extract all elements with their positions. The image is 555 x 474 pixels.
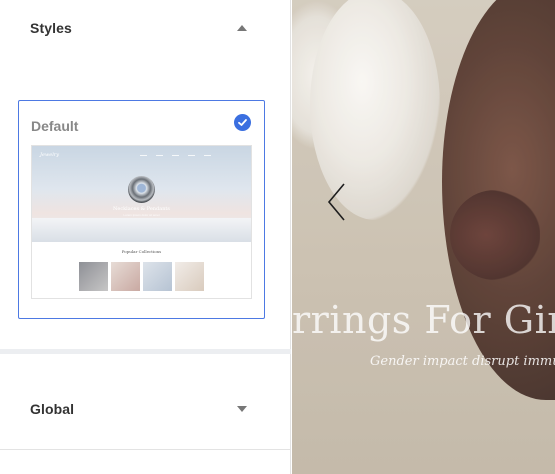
thumbnail-jewel-image bbox=[128, 176, 155, 203]
thumbnail-product bbox=[175, 262, 204, 291]
thumbnail-clouds bbox=[32, 218, 251, 242]
style-option-name: Default bbox=[31, 118, 79, 134]
style-option-default[interactable]: Default Jewelry Necklaces & Pendants Lor… bbox=[18, 100, 265, 319]
thumbnail-product bbox=[111, 262, 140, 291]
caret-up-icon[interactable] bbox=[237, 25, 247, 31]
thumbnail-product bbox=[143, 262, 172, 291]
site-preview: rrings For Girls Gender impact disrupt i… bbox=[292, 0, 555, 474]
thumbnail-product bbox=[79, 262, 108, 291]
thumbnail-nav bbox=[140, 155, 211, 156]
thumbnail-section-title: Popular Collections bbox=[121, 249, 162, 254]
thumbnail-logo: Jewelry bbox=[40, 152, 60, 158]
hero-title: rrings For Girls bbox=[292, 298, 555, 342]
section-divider bbox=[0, 449, 291, 450]
caret-down-icon[interactable] bbox=[237, 406, 247, 412]
global-section-title: Global bbox=[30, 401, 75, 417]
section-divider bbox=[0, 349, 291, 354]
chevron-left-icon[interactable] bbox=[324, 180, 352, 224]
check-circle-icon bbox=[234, 114, 251, 131]
hero-subtitle: Gender impact disrupt immunize bbox=[370, 354, 555, 369]
thumbnail-products bbox=[79, 262, 204, 291]
hero-overlay bbox=[292, 0, 555, 474]
settings-panel: Styles Default Jewelry Necklaces & Penda… bbox=[0, 0, 291, 474]
styles-section-header[interactable]: Styles bbox=[0, 0, 291, 56]
style-thumbnail: Jewelry Necklaces & Pendants Lorem ipsum… bbox=[31, 145, 252, 299]
styles-section-title: Styles bbox=[30, 20, 72, 36]
thumbnail-hero-title: Necklaces & Pendants bbox=[113, 206, 170, 212]
global-section-header[interactable]: Global bbox=[0, 381, 291, 437]
thumbnail-hero-subtitle: Lorem ipsum dolor sit amet bbox=[123, 213, 160, 217]
